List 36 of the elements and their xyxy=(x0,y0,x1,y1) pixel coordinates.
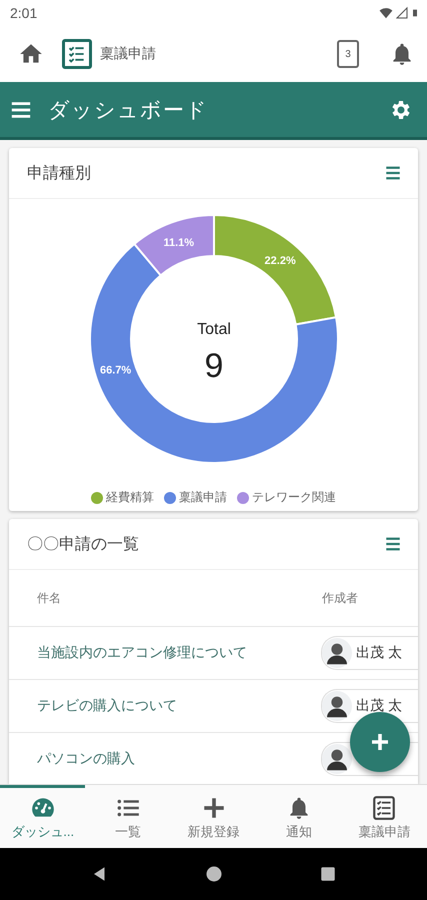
total-label: Total xyxy=(196,321,230,338)
subject-link[interactable]: テレビの購入について xyxy=(37,697,321,715)
menu-icon[interactable] xyxy=(384,535,402,553)
column-header: 作成者 xyxy=(322,590,358,604)
home-icon[interactable] xyxy=(204,865,222,883)
total-value: 9 xyxy=(204,347,223,385)
subject-link[interactable]: 当施設内のエアコン修理について xyxy=(37,644,321,662)
subject-link[interactable]: パソコンの購入 xyxy=(37,750,321,768)
app-logo-icon xyxy=(62,39,92,69)
signal-icon xyxy=(396,6,408,20)
avatar-icon xyxy=(322,691,352,721)
legend-label[interactable]: 稟議申請 xyxy=(179,489,227,506)
nav-tab[interactable]: 一覧 xyxy=(85,785,171,848)
app-name: 稟議申請 xyxy=(100,45,157,63)
wifi-icon xyxy=(379,6,393,20)
tablet-badge[interactable]: 3 xyxy=(337,40,359,68)
avatar-icon xyxy=(322,744,352,774)
column-header: 件名 xyxy=(37,590,62,606)
card-title: 〇〇申請の一覧 xyxy=(27,534,139,554)
clock: 2:01 xyxy=(10,5,38,21)
legend-label[interactable]: 経費精算 xyxy=(106,489,154,506)
legend-label[interactable]: テレワーク関連 xyxy=(252,489,336,506)
card-title: 申請種別 xyxy=(27,164,91,184)
avatar-icon xyxy=(322,638,352,668)
nav-tab[interactable]: 通知 xyxy=(256,785,342,848)
slice-label: 66.7% xyxy=(100,364,131,376)
slice-label: 11.1% xyxy=(163,237,194,250)
author-name: 出茂 太 xyxy=(356,644,402,662)
menu-icon[interactable] xyxy=(384,164,402,182)
recents-icon[interactable] xyxy=(318,865,336,883)
page-title: ダッシュボード xyxy=(48,98,209,124)
nav-tab[interactable]: 稟議申請 xyxy=(342,785,427,848)
author-name: 出茂 太 xyxy=(356,697,402,715)
checklist-icon xyxy=(371,795,398,821)
slice-label: 22.2% xyxy=(264,255,296,268)
nav-tab[interactable]: 新規登録 xyxy=(170,785,256,848)
